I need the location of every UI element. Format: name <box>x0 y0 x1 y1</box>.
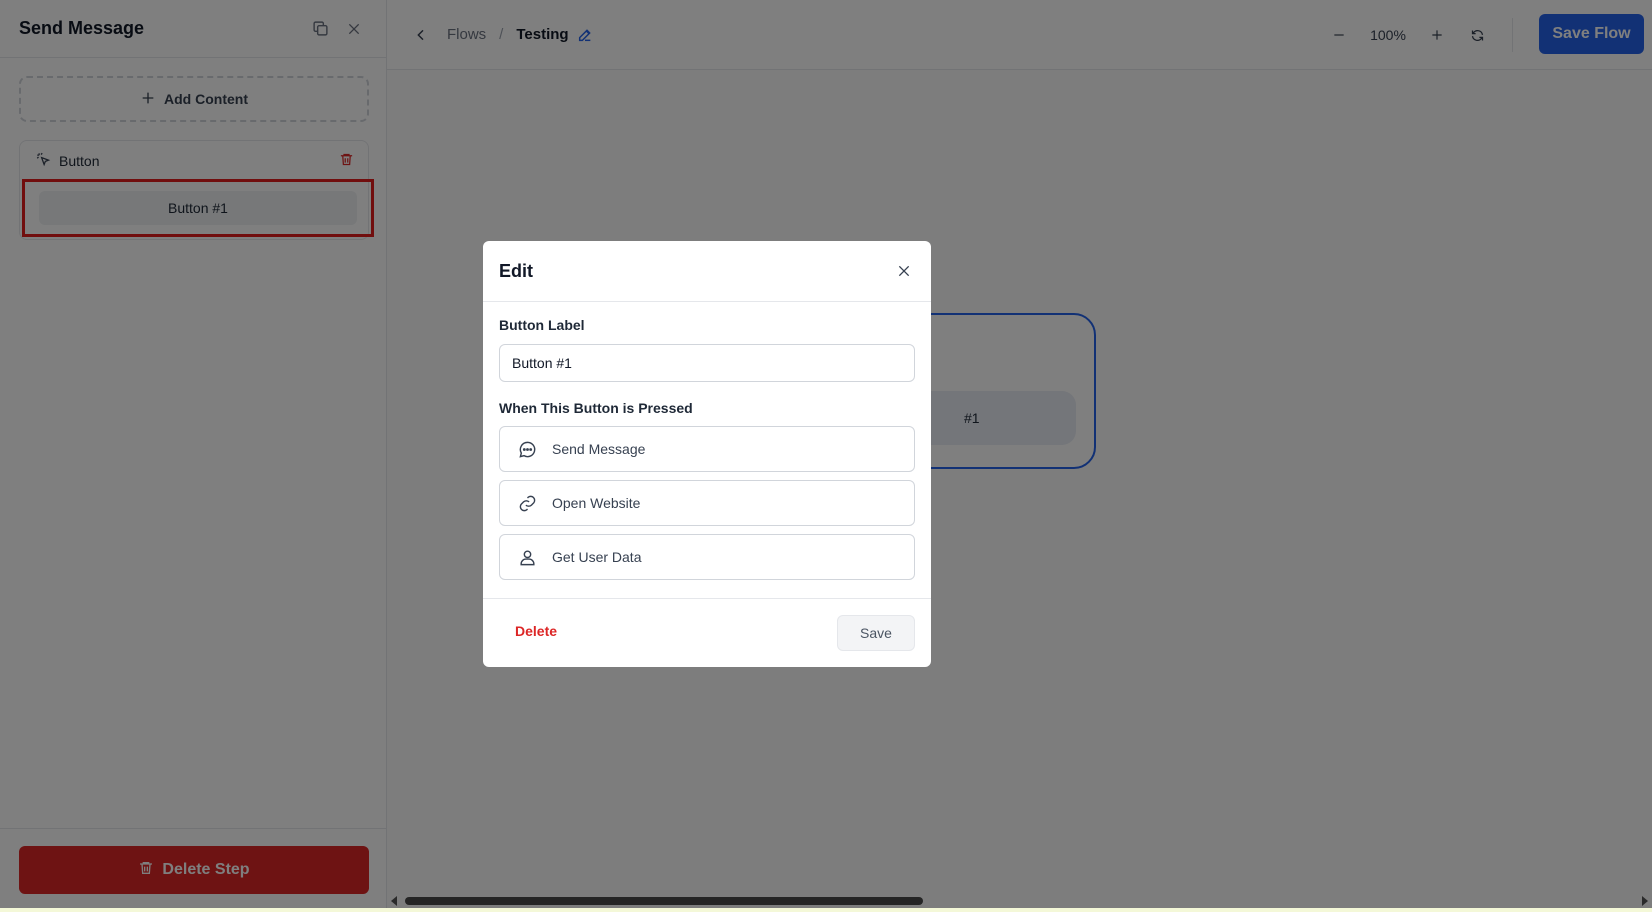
user-icon <box>516 546 538 568</box>
option-get-user-data[interactable]: Get User Data <box>499 534 915 580</box>
button-label-heading: Button Label <box>499 317 585 333</box>
option-label: Send Message <box>552 441 646 457</box>
modal-body: Button Label When This Button is Pressed… <box>483 302 931 580</box>
edit-button-modal: Edit Button Label When This Button is Pr… <box>483 241 931 667</box>
delete-button[interactable]: Delete <box>515 623 557 639</box>
when-pressed-heading: When This Button is Pressed <box>499 400 693 416</box>
option-label: Open Website <box>552 495 641 511</box>
button-label-input[interactable] <box>499 344 915 382</box>
option-open-website[interactable]: Open Website <box>499 480 915 526</box>
modal-title: Edit <box>499 260 533 281</box>
close-icon[interactable] <box>893 260 915 282</box>
window-bottom-strip <box>0 908 1652 912</box>
chat-bubble-icon <box>516 438 538 460</box>
app-root: Send Message Add Content Button <box>0 0 1652 908</box>
modal-header: Edit <box>483 241 931 302</box>
link-icon <box>516 492 538 514</box>
modal-footer: Delete Save <box>483 598 931 667</box>
save-button[interactable]: Save <box>837 615 915 651</box>
option-send-message[interactable]: Send Message <box>499 426 915 472</box>
option-label: Get User Data <box>552 549 642 565</box>
